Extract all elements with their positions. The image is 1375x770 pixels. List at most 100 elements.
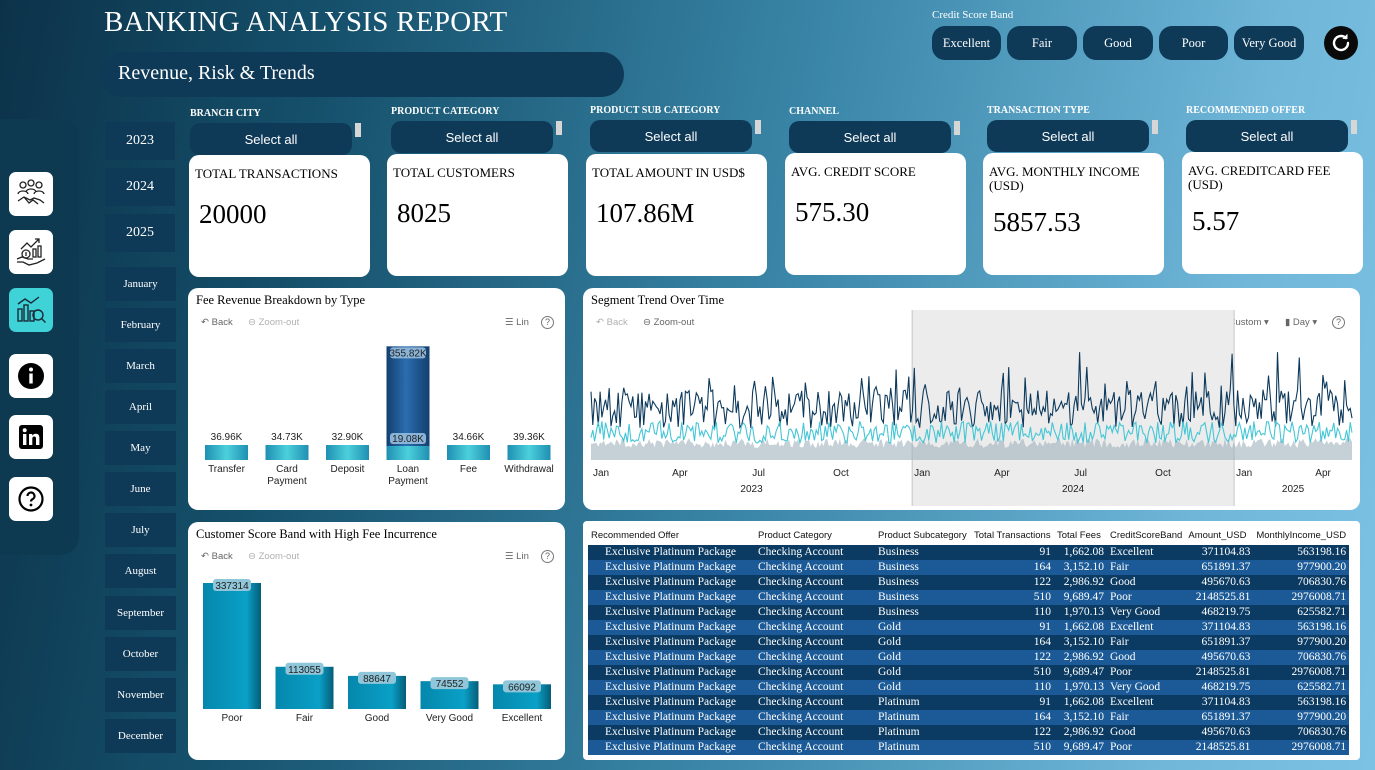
table-row[interactable]: Exclusive Platinum Package Checking Accou… xyxy=(588,560,1350,575)
slicer-transaction-type[interactable]: Select all xyxy=(987,120,1149,152)
month-button-october[interactable]: October xyxy=(105,637,176,671)
table-row[interactable]: Exclusive Platinum Package Checking Accou… xyxy=(588,710,1350,725)
nav-money-growth-button[interactable] xyxy=(9,230,53,274)
slicer-recommended-offer[interactable]: Select all xyxy=(1186,120,1348,152)
year-button-2024[interactable]: 2024 xyxy=(105,168,175,206)
table-cell: 563198.16 xyxy=(1253,545,1350,560)
slicer-scrollbar[interactable] xyxy=(954,121,960,135)
band-button-very-good[interactable]: Very Good xyxy=(1234,26,1304,60)
column-header[interactable]: CreditScoreBand xyxy=(1107,525,1185,545)
money-growth-icon xyxy=(16,238,46,266)
table-row[interactable]: Exclusive Platinum Package Checking Accou… xyxy=(588,605,1350,620)
year-button-2023[interactable]: 2023 xyxy=(105,122,175,160)
month-button-march[interactable]: March xyxy=(105,349,176,383)
month-button-august[interactable]: August xyxy=(105,554,176,588)
kpi-label: TOTAL CUSTOMERS xyxy=(393,165,515,180)
table-row[interactable]: Exclusive Platinum Package Checking Accou… xyxy=(588,575,1350,590)
refresh-button[interactable] xyxy=(1324,26,1358,60)
table-row[interactable]: Exclusive Platinum Package Checking Accou… xyxy=(588,590,1350,605)
bar-segment[interactable] xyxy=(386,446,430,460)
column-header[interactable]: Total Fees xyxy=(1054,525,1107,545)
table-cell: Checking Account xyxy=(755,650,875,665)
month-button-july[interactable]: July xyxy=(105,513,176,547)
table-row[interactable]: Exclusive Platinum Package Checking Accou… xyxy=(588,635,1350,650)
nav-handshake-button[interactable] xyxy=(9,172,53,216)
table-cell: 625582.71 xyxy=(1253,680,1350,695)
bar[interactable] xyxy=(507,445,551,460)
kpi-total-amount: TOTAL AMOUNT IN USD$ 107.86M xyxy=(586,154,767,276)
nav-linkedin-button[interactable] xyxy=(9,415,53,459)
band-button-excellent[interactable]: Excellent xyxy=(932,26,1001,60)
month-button-november[interactable]: November xyxy=(105,678,176,712)
table-cell: Exclusive Platinum Package xyxy=(588,650,755,665)
month-button-december[interactable]: December xyxy=(105,719,176,753)
column-header[interactable]: Total Transactions xyxy=(971,525,1054,545)
table-row[interactable]: Exclusive Platinum Package Checking Accou… xyxy=(588,620,1350,635)
slicer-scrollbar[interactable] xyxy=(1351,120,1357,134)
month-button-may[interactable]: May xyxy=(105,431,176,465)
nav-info-button[interactable] xyxy=(9,354,53,398)
table-cell: Fair xyxy=(1107,710,1186,725)
table-cell: Checking Account xyxy=(755,545,875,560)
bar[interactable] xyxy=(326,445,369,460)
month-button-june[interactable]: June xyxy=(105,472,176,506)
category-label: Very Good xyxy=(426,713,473,724)
band-button-good[interactable]: Good xyxy=(1083,26,1153,60)
bar[interactable] xyxy=(205,445,248,460)
column-header[interactable]: Recommended Offer xyxy=(588,525,755,545)
kpi-value: 575.30 xyxy=(795,197,870,227)
category-label: Payment xyxy=(388,476,428,487)
slicer-scrollbar[interactable] xyxy=(355,123,361,137)
offer-table: Recommended Offer Product Category Product… xyxy=(588,525,1350,755)
slicer-branch-city[interactable]: Select all xyxy=(190,123,352,155)
column-header[interactable]: Product Category xyxy=(755,525,875,545)
column-header[interactable]: MonthlyIncome_USD xyxy=(1253,525,1349,545)
nav-help-button[interactable] xyxy=(9,477,53,521)
table-row[interactable]: Exclusive Platinum Package Checking Accou… xyxy=(588,680,1350,695)
bar[interactable] xyxy=(265,445,309,460)
band-button-poor[interactable]: Poor xyxy=(1159,26,1228,60)
table-cell: 1,970.13 xyxy=(1054,680,1107,695)
category-label: Deposit xyxy=(331,464,365,475)
table-cell: Very Good xyxy=(1107,680,1186,695)
data-label: 34.66K xyxy=(453,432,485,443)
column-header[interactable]: Product Subcategory xyxy=(875,525,971,545)
slicer-channel[interactable]: Select all xyxy=(789,121,951,153)
kpi-label: AVG. CREDITCARD FEE (USD) xyxy=(1188,163,1331,192)
slicer-scrollbar[interactable] xyxy=(556,121,562,135)
month-button-january[interactable]: January xyxy=(105,267,176,301)
table-cell: 9,689.47 xyxy=(1054,590,1107,605)
table-row[interactable]: Exclusive Platinum Package Checking Accou… xyxy=(588,740,1350,755)
month-button-september[interactable]: September xyxy=(105,596,176,630)
table-row[interactable]: Exclusive Platinum Package Checking Accou… xyxy=(588,650,1350,665)
table-cell: 495670.63 xyxy=(1185,725,1254,740)
data-label: 39.36K xyxy=(513,432,545,443)
data-label: 337314 xyxy=(215,581,249,592)
table-cell: 122 xyxy=(971,650,1054,665)
table-row[interactable]: Exclusive Platinum Package Checking Accou… xyxy=(588,665,1350,680)
segment-trend-chart: Jan Apr Jul Oct Jan Apr Jul Oct Jan Apr 2023 2024 20… xyxy=(590,310,1353,506)
slicer-product-category[interactable]: Select all xyxy=(391,121,553,153)
table-cell: Excellent xyxy=(1107,695,1186,710)
column-header[interactable]: Amount_USD xyxy=(1185,525,1253,545)
slicer-product-sub-category[interactable]: Select all xyxy=(590,120,752,152)
month-button-february[interactable]: February xyxy=(105,308,176,342)
year-button-2025[interactable]: 2025 xyxy=(105,214,175,252)
table-cell: Exclusive Platinum Package xyxy=(588,680,755,695)
slicer-scrollbar[interactable] xyxy=(1152,120,1158,134)
band-button-fair[interactable]: Fair xyxy=(1007,26,1077,60)
kpi-avg-monthly-income: AVG. MONTHLY INCOME (USD) 5857.53 xyxy=(983,153,1164,275)
table-row[interactable]: Exclusive Platinum Package Checking Accou… xyxy=(588,725,1350,740)
x-group-label: 2023 xyxy=(740,484,763,495)
bar[interactable] xyxy=(447,445,490,460)
month-button-april[interactable]: April xyxy=(105,390,176,424)
table-cell: Very Good xyxy=(1107,605,1186,620)
table-cell: Gold xyxy=(875,620,971,635)
table-row[interactable]: Exclusive Platinum Package Checking Accou… xyxy=(588,545,1350,560)
slicer-scrollbar[interactable] xyxy=(755,120,761,134)
table-cell: Business xyxy=(875,605,971,620)
table-cell: 9,689.47 xyxy=(1054,665,1107,680)
table-row[interactable]: Exclusive Platinum Package Checking Accou… xyxy=(588,695,1350,710)
bar[interactable] xyxy=(203,583,261,709)
nav-analytics-button[interactable] xyxy=(9,288,53,332)
